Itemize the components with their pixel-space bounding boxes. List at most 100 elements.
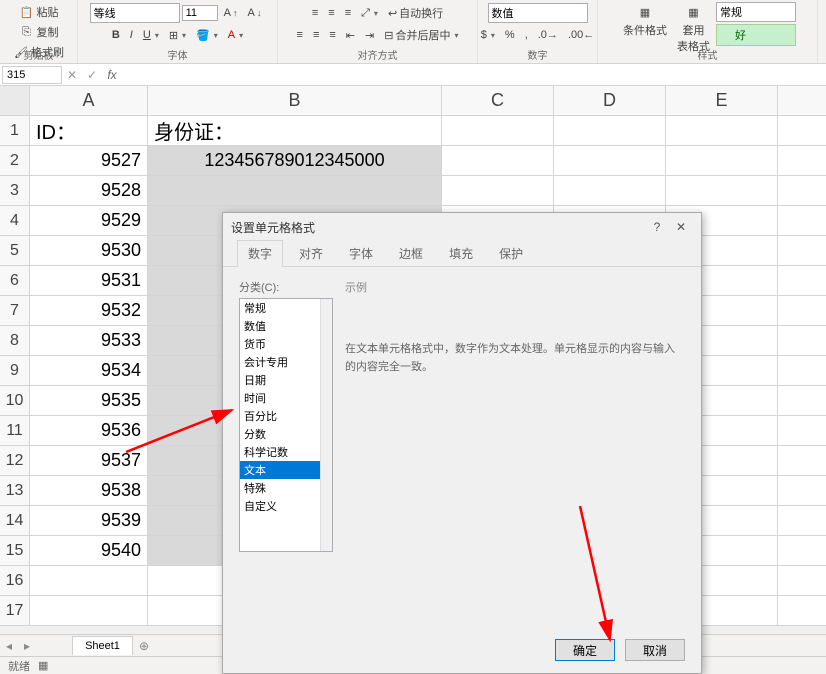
- cell-A12[interactable]: 9537: [30, 446, 148, 475]
- cell-A2[interactable]: 9527: [30, 146, 148, 175]
- cell-D3[interactable]: [554, 176, 666, 205]
- category-item[interactable]: 货币: [240, 335, 332, 353]
- dialog-tab[interactable]: 填充: [439, 241, 483, 266]
- col-header-A[interactable]: A: [30, 86, 148, 115]
- cell-A13[interactable]: 9538: [30, 476, 148, 505]
- accept-formula-button[interactable]: ✓: [82, 68, 102, 82]
- cell-A11[interactable]: 9536: [30, 416, 148, 445]
- cell-B2[interactable]: 123456789012345000: [148, 146, 442, 175]
- ok-button[interactable]: 确定: [555, 639, 615, 661]
- cell-C3[interactable]: [442, 176, 554, 205]
- row-header[interactable]: 14: [0, 506, 30, 535]
- bold-button[interactable]: B: [108, 27, 124, 43]
- category-listbox[interactable]: 常规数值货币会计专用日期时间百分比分数科学记数文本特殊自定义: [239, 298, 333, 552]
- row-header[interactable]: 4: [0, 206, 30, 235]
- row-header[interactable]: 17: [0, 596, 30, 625]
- row-header[interactable]: 15: [0, 536, 30, 565]
- category-item[interactable]: 科学记数: [240, 443, 332, 461]
- cell-A6[interactable]: 9531: [30, 266, 148, 295]
- align-middle-button[interactable]: ≡: [324, 5, 338, 21]
- dialog-titlebar[interactable]: 设置单元格格式 ? ✕: [223, 213, 701, 241]
- cell-E3[interactable]: [666, 176, 778, 205]
- dialog-tab[interactable]: 字体: [339, 241, 383, 266]
- name-box[interactable]: [2, 66, 62, 84]
- cell-A3[interactable]: 9528: [30, 176, 148, 205]
- cell-A7[interactable]: 9532: [30, 296, 148, 325]
- font-family-select[interactable]: 等线: [90, 3, 180, 23]
- currency-button[interactable]: $▾: [477, 27, 499, 43]
- cell-D2[interactable]: [554, 146, 666, 175]
- row-header[interactable]: 1: [0, 116, 30, 145]
- category-item[interactable]: 会计专用: [240, 353, 332, 371]
- sheet-tab-1[interactable]: Sheet1: [72, 636, 133, 655]
- cell-A10[interactable]: 9535: [30, 386, 148, 415]
- row-header[interactable]: 2: [0, 146, 30, 175]
- cell-A16[interactable]: [30, 566, 148, 595]
- cell-A15[interactable]: 9540: [30, 536, 148, 565]
- col-header-B[interactable]: B: [148, 86, 442, 115]
- select-all-corner[interactable]: [0, 86, 30, 115]
- normal-style-cell[interactable]: 常规: [716, 2, 796, 22]
- category-item[interactable]: 分数: [240, 425, 332, 443]
- cancel-button[interactable]: 取消: [625, 639, 685, 661]
- row-header[interactable]: 5: [0, 236, 30, 265]
- increase-font-button[interactable]: A↑: [220, 5, 242, 21]
- cell-E2[interactable]: [666, 146, 778, 175]
- category-item[interactable]: 自定义: [240, 497, 332, 515]
- row-header[interactable]: 13: [0, 476, 30, 505]
- decrease-decimal-button[interactable]: .00←: [564, 27, 598, 43]
- new-sheet-button[interactable]: ⊕: [133, 639, 155, 653]
- category-item[interactable]: 文本: [240, 461, 332, 479]
- col-header-E[interactable]: E: [666, 86, 778, 115]
- dialog-help-button[interactable]: ?: [645, 220, 669, 234]
- sheet-nav-next[interactable]: ▸: [18, 639, 36, 653]
- italic-button[interactable]: I: [126, 27, 137, 43]
- row-header[interactable]: 3: [0, 176, 30, 205]
- category-item[interactable]: 数值: [240, 317, 332, 335]
- increase-decimal-button[interactable]: .0→: [534, 27, 562, 43]
- good-style-cell[interactable]: 好: [716, 24, 796, 46]
- cell-A5[interactable]: 9530: [30, 236, 148, 265]
- cell-B3[interactable]: [148, 176, 442, 205]
- row-header[interactable]: 7: [0, 296, 30, 325]
- cell-E1[interactable]: [666, 116, 778, 145]
- cell-A8[interactable]: 9533: [30, 326, 148, 355]
- cell-D1[interactable]: [554, 116, 666, 145]
- dialog-tab[interactable]: 数字: [237, 240, 283, 267]
- row-header[interactable]: 11: [0, 416, 30, 445]
- fx-button[interactable]: fx: [102, 68, 122, 82]
- dialog-close-button[interactable]: ✕: [669, 220, 693, 234]
- col-header-C[interactable]: C: [442, 86, 554, 115]
- row-header[interactable]: 12: [0, 446, 30, 475]
- row-header[interactable]: 16: [0, 566, 30, 595]
- row-header[interactable]: 8: [0, 326, 30, 355]
- dialog-tab[interactable]: 对齐: [289, 241, 333, 266]
- number-format-select[interactable]: 数值: [488, 3, 588, 23]
- fill-color-button[interactable]: 🪣▾: [192, 27, 222, 44]
- cell-A4[interactable]: 9529: [30, 206, 148, 235]
- cell-C2[interactable]: [442, 146, 554, 175]
- category-item[interactable]: 时间: [240, 389, 332, 407]
- dialog-tab[interactable]: 保护: [489, 241, 533, 266]
- conditional-format-button[interactable]: ▦条件格式: [619, 2, 671, 40]
- border-button[interactable]: ⊞▾: [165, 27, 190, 44]
- copy-button[interactable]: ⎘复制: [15, 22, 63, 42]
- dialog-tab[interactable]: 边框: [389, 241, 433, 266]
- category-scrollbar[interactable]: [320, 299, 332, 551]
- percent-button[interactable]: %: [501, 27, 519, 43]
- category-item[interactable]: 日期: [240, 371, 332, 389]
- align-top-button[interactable]: ≡: [308, 5, 322, 21]
- cell-C1[interactable]: [442, 116, 554, 145]
- decrease-indent-button[interactable]: ⇤: [342, 27, 359, 44]
- align-left-button[interactable]: ≡: [293, 27, 307, 43]
- row-header[interactable]: 10: [0, 386, 30, 415]
- align-center-button[interactable]: ≡: [309, 27, 323, 43]
- align-bottom-button[interactable]: ≡: [341, 5, 355, 21]
- merge-center-button[interactable]: ⊟合并后居中▾: [380, 25, 462, 45]
- font-color-button[interactable]: A▾: [224, 27, 247, 43]
- sheet-nav-prev[interactable]: ◂: [0, 639, 18, 653]
- category-item[interactable]: 常规: [240, 299, 332, 317]
- decrease-font-button[interactable]: A↓: [244, 5, 266, 21]
- cell-A1[interactable]: ID：: [30, 116, 148, 145]
- category-item[interactable]: 特殊: [240, 479, 332, 497]
